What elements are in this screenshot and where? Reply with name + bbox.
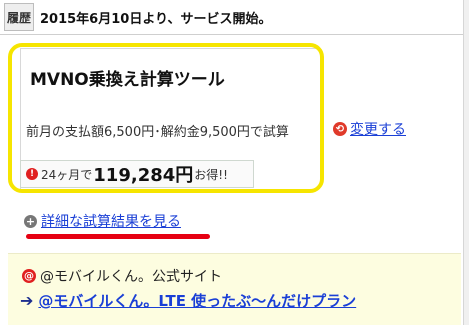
site-name: @モバイルくん。公式サイト xyxy=(40,269,222,285)
details-link[interactable]: + 詳細な試算結果を見る xyxy=(24,211,181,231)
refresh-icon: ⟲ xyxy=(333,122,347,136)
savings-amount: 119,284円 xyxy=(93,165,194,186)
history-row: 履歴 2015年6月10日より、サービス開始。 xyxy=(0,0,469,35)
history-label: 履歴 xyxy=(4,3,34,31)
plus-circle-icon: + xyxy=(24,214,37,228)
savings-suffix: お得!! xyxy=(194,167,228,182)
site-name-row: @ @モバイルくん。公式サイト xyxy=(22,266,222,286)
change-link-label[interactable]: 変更する xyxy=(350,119,406,139)
scrollbar[interactable] xyxy=(463,0,469,325)
at-sign-icon: @ xyxy=(22,269,36,283)
change-link[interactable]: ⟲ 変更する xyxy=(333,119,406,139)
savings-result: ! 24ヶ月で 119,284円 お得!! xyxy=(20,160,254,188)
site-link-row[interactable]: ➔ @モバイルくん。LTE 使ったぶ～んだけプラン xyxy=(20,290,356,311)
page: 履歴 2015年6月10日より、サービス開始。 MVNO乗換え計算ツール 前月の… xyxy=(0,0,469,325)
alert-icon: ! xyxy=(26,168,38,180)
arrow-right-icon: ➔ xyxy=(20,291,34,310)
savings-prefix: 24ヶ月で xyxy=(41,167,93,182)
calculator-description: 前月の支払額6,500円･解約金9,500円で試算 xyxy=(26,125,289,140)
history-text: 2015年6月10日より、サービス開始。 xyxy=(40,11,272,27)
calculator-title: MVNO乗換え計算ツール xyxy=(30,70,225,90)
official-site-panel xyxy=(8,253,461,325)
details-link-label[interactable]: 詳細な試算結果を見る xyxy=(41,211,181,231)
site-plan-link[interactable]: @モバイルくん。LTE 使ったぶ～んだけプラン xyxy=(38,290,356,311)
red-underline-mark xyxy=(26,234,210,239)
